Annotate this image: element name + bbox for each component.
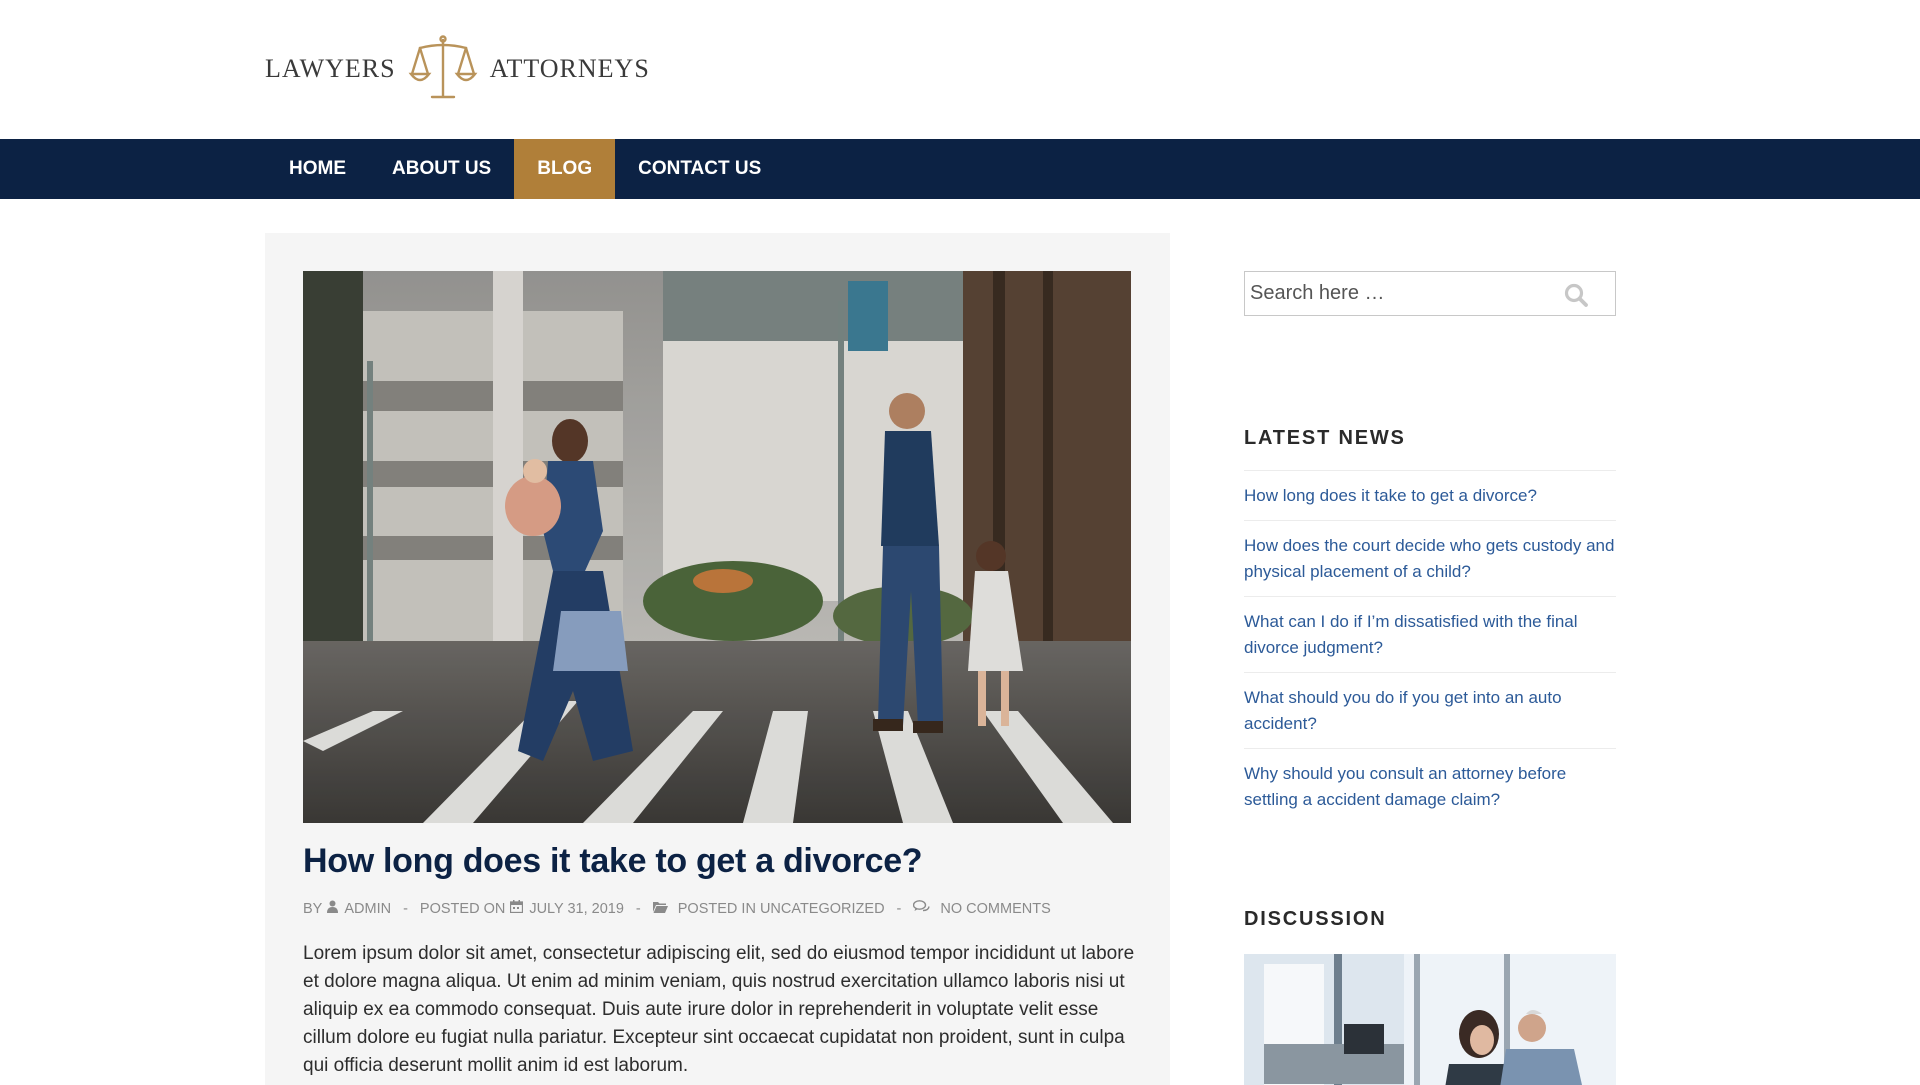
latest-news-list: How long does it take to get a divorce? … — [1244, 470, 1616, 824]
search-widget — [1244, 271, 1616, 316]
meta-category[interactable]: POSTED IN UNCATEGORIZED — [678, 901, 885, 917]
meta-author[interactable]: ADMIN — [344, 901, 391, 917]
calendar-icon — [510, 900, 524, 917]
site-logo[interactable]: LAWYERS ATTORNEYS — [265, 34, 650, 104]
blog-post-card: How long does it take to get a divorce? … — [265, 233, 1170, 1085]
meta-separator: - — [635, 900, 641, 917]
latest-news-item[interactable]: How does the court decide who gets custo… — [1244, 520, 1616, 596]
user-icon — [327, 900, 339, 917]
meta-comments-link[interactable]: NO COMMENTS — [940, 901, 1050, 917]
discussion-title: DISCUSSION — [1244, 908, 1387, 930]
family-crosswalk-photo — [303, 271, 1131, 823]
meta-by-label: BY — [303, 900, 323, 917]
nav-item-blog[interactable]: BLOG — [514, 139, 616, 199]
nav-item-contact-us[interactable]: CONTACT US — [615, 139, 784, 199]
latest-news-item[interactable]: Why should you consult an attorney befor… — [1244, 748, 1616, 824]
search-input[interactable] — [1245, 272, 1565, 315]
scales-of-justice-icon — [408, 35, 477, 99]
site-header: LAWYERS ATTORNEYS — [0, 0, 1920, 139]
comments-icon — [913, 900, 931, 917]
post-meta: BY ADMIN - POSTED ON JULY 31, 2019 - POS… — [303, 900, 1051, 917]
latest-news-item[interactable]: How long does it take to get a divorce? — [1244, 470, 1616, 520]
logo-text-attorneys: ATTORNEYS — [489, 54, 650, 83]
nav-item-home[interactable]: HOME — [266, 139, 369, 199]
meta-date[interactable]: JULY 31, 2019 — [529, 901, 624, 917]
logo-text-lawyers: LAWYERS — [265, 54, 396, 83]
meta-separator: - — [403, 900, 408, 917]
search-icon[interactable] — [1563, 282, 1589, 308]
meta-separator: - — [896, 900, 902, 917]
post-featured-image[interactable] — [303, 271, 1131, 823]
discussion-image[interactable] — [1244, 954, 1616, 1085]
latest-news-item[interactable]: What should you do if you get into an au… — [1244, 672, 1616, 748]
nav-item-about-us[interactable]: ABOUT US — [369, 139, 514, 199]
post-title[interactable]: How long does it take to get a divorce? — [303, 842, 1143, 881]
main-navigation: HOME ABOUT US BLOG CONTACT US — [0, 139, 1920, 199]
post-excerpt: Lorem ipsum dolor sit amet, consectetur … — [303, 943, 1135, 1076]
latest-news-item[interactable]: What can I do if I’m dissatisfied with t… — [1244, 596, 1616, 672]
meta-posted-on-label: POSTED ON — [419, 900, 506, 917]
office-meeting-photo — [1244, 954, 1616, 1085]
folder-icon — [652, 901, 668, 917]
latest-news-title: LATEST NEWS — [1244, 427, 1406, 449]
